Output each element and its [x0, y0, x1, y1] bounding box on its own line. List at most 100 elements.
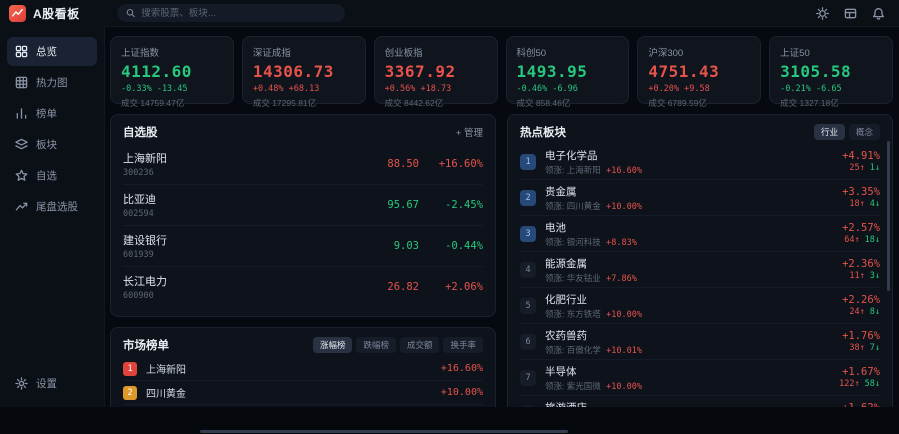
watchlist-row[interactable]: 上海新阳 300236 88.50 +16.60% [123, 144, 483, 185]
rank-badge: 1 [123, 362, 137, 376]
sidebar-item-label: 榜单 [36, 106, 57, 121]
topbar [105, 0, 899, 27]
sector-name: 贵金属 [545, 184, 642, 199]
stock-name: 建设银行 [123, 232, 167, 248]
sector-row[interactable]: 5 化肥行业 领涨: 东方铁塔 +10.00% +2.26% [520, 288, 880, 324]
sector-change: +1.62% [842, 402, 880, 407]
leader-prefix: 领涨: [545, 237, 564, 247]
ranking-row[interactable]: 2 四川黄金 +10.00% [123, 381, 483, 405]
panel-layout-icon[interactable] [844, 7, 857, 20]
rank-badge: 5 [520, 298, 536, 314]
index-card[interactable]: 科创50 1493.95 -0.46% -6.96 成交 858.46亿 [506, 36, 630, 104]
rankings-tab[interactable]: 涨幅榜 [313, 337, 353, 353]
sector-row[interactable]: 2 贵金属 领涨: 四川黄金 +10.00% +3.35% [520, 180, 880, 216]
stock-code: 300236 [123, 168, 167, 178]
trend-icon [15, 200, 28, 213]
rankings-panel: 市场榜单 涨幅榜 跌幅榜 成交额 换手率 [110, 327, 496, 407]
watchlist-row[interactable]: 建设银行 601939 9.03 -0.44% [123, 226, 483, 267]
index-change: +0.48% +68.13 [253, 84, 355, 94]
sector-row[interactable]: 7 半导体 领涨: 紫光国微 +10.00% +1.67% [520, 360, 880, 396]
hot-sectors-tabs: 行业 概念 [814, 124, 880, 140]
manage-watchlist-button[interactable]: + 管理 [456, 125, 483, 139]
sector-change: +2.57% [842, 222, 880, 234]
leader-stock-change: +8.83% [606, 238, 637, 248]
stock-change: +10.00% [441, 387, 483, 398]
down-count: 7↓ [870, 343, 880, 353]
stock-price: 26.82 [361, 281, 419, 293]
index-cards: 上证指数 4112.60 -0.33% -13.45 成交 14759.47亿 … [110, 36, 893, 104]
down-count: 1↓ [870, 163, 880, 173]
sector-row[interactable]: 6 农药兽药 领涨: 百傲化学 +10.01% +1.76% [520, 324, 880, 360]
search-input[interactable] [141, 8, 336, 19]
index-name: 深证成指 [253, 45, 355, 59]
index-value: 14306.73 [253, 62, 355, 81]
heatmap-icon [15, 76, 28, 89]
sidebar-item-settings[interactable]: 设置 [7, 370, 65, 397]
rank-badge: 3 [520, 226, 536, 242]
sidebar-item-label: 自选 [36, 168, 57, 183]
content-columns: 自选股 + 管理 上海新阳 300236 88.50 [110, 114, 893, 407]
hot-sectors-title: 热点板块 [520, 124, 566, 140]
rankings-tabs: 涨幅榜 跌幅榜 成交额 换手率 [313, 337, 483, 353]
leader-stock-change: +10.01% [606, 346, 642, 356]
rankings-tab[interactable]: 成交额 [400, 337, 440, 353]
watchlist-rows: 上海新阳 300236 88.50 +16.60% 比亚迪 002594 [123, 144, 483, 307]
grid-icon [15, 45, 28, 58]
sector-row[interactable]: 3 电池 领涨: 银河科技 +8.83% +2.57% [520, 216, 880, 252]
sector-row[interactable]: 4 能源金属 领涨: 华友钴业 +7.86% +2.36% [520, 252, 880, 288]
sector-name: 旅游酒店 [545, 400, 642, 408]
topbar-icons [816, 7, 885, 20]
sidebar-item-watchlist[interactable]: 自选 [7, 161, 97, 190]
index-card[interactable]: 创业板指 3367.92 +0.56% +18.73 成交 8442.62亿 [374, 36, 498, 104]
theme-toggle-icon[interactable] [816, 7, 829, 20]
sector-name: 电子化学品 [545, 148, 642, 163]
vertical-scrollbar-thumb[interactable] [887, 141, 890, 291]
ranking-row[interactable]: 1 上海新阳 +16.60% [123, 357, 483, 381]
stock-code: 601939 [123, 250, 167, 260]
ranking-row[interactable]: 3 银河科技 +11.62% [123, 405, 483, 407]
sector-name: 能源金属 [545, 256, 637, 271]
leader-prefix: 领涨: [545, 201, 564, 211]
index-card[interactable]: 上证50 3105.58 -0.21% -6.65 成交 1327.18亿 [769, 36, 893, 104]
watchlist-row[interactable]: 长江电力 600900 26.82 +2.06% [123, 267, 483, 307]
index-card[interactable]: 深证成指 14306.73 +0.48% +68.13 成交 17295.81亿 [242, 36, 366, 104]
hot-sectors-tab[interactable]: 概念 [849, 124, 880, 140]
rank-badge: 6 [520, 334, 536, 350]
sidebar-item-heatmap[interactable]: 热力图 [7, 68, 97, 97]
hot-sectors-tab[interactable]: 行业 [814, 124, 845, 140]
search-box[interactable] [117, 4, 345, 22]
index-name: 创业板指 [385, 45, 487, 59]
rankings-tab[interactable]: 换手率 [443, 337, 483, 353]
rankings-title: 市场榜单 [123, 337, 169, 353]
stock-change: +2.06% [419, 281, 483, 293]
leader-stock-name: 紫光国微 [567, 381, 601, 391]
watchlist-row[interactable]: 比亚迪 002594 95.67 -2.45% [123, 185, 483, 226]
hot-sectors-panel: 热点板块 行业 概念 1 电子 [507, 114, 893, 407]
sector-row[interactable]: 8 旅游酒店 领涨: 众信旅游 +10.05% +1.62% [520, 396, 880, 407]
rank-badge: 8 [520, 406, 536, 408]
index-volume: 成交 858.46亿 [517, 97, 619, 109]
index-card[interactable]: 上证指数 4112.60 -0.33% -13.45 成交 14759.47亿 [110, 36, 234, 104]
sector-change: +2.26% [842, 294, 880, 306]
rankings-tab[interactable]: 跌幅榜 [356, 337, 396, 353]
rank-badge: 2 [520, 190, 536, 206]
app-title: A股看板 [33, 5, 80, 22]
stock-code: 600900 [123, 291, 167, 301]
leader-prefix: 领涨: [545, 273, 564, 283]
index-card[interactable]: 沪深300 4751.43 +0.20% +9.58 成交 6789.59亿 [637, 36, 761, 104]
sector-name: 电池 [545, 220, 637, 235]
index-value: 4112.60 [121, 62, 223, 81]
leader-stock-name: 上海新阳 [567, 165, 601, 175]
stock-price: 9.03 [361, 240, 419, 252]
stock-code: 002594 [123, 209, 156, 219]
sidebar-item-label: 热力图 [36, 75, 68, 90]
sidebar-item-sectors[interactable]: 板块 [7, 130, 97, 159]
sidebar-item-rankings[interactable]: 榜单 [7, 99, 97, 128]
sidebar-item-late-session[interactable]: 尾盘选股 [7, 192, 97, 221]
sidebar-item-overview[interactable]: 总览 [7, 37, 97, 66]
leader-stock-name: 东方铁塔 [567, 309, 601, 319]
sector-row[interactable]: 1 电子化学品 领涨: 上海新阳 +16.60% +4.91% [520, 144, 880, 180]
notification-icon[interactable] [872, 7, 885, 20]
leader-prefix: 领涨: [545, 309, 564, 319]
stock-name: 比亚迪 [123, 191, 156, 207]
